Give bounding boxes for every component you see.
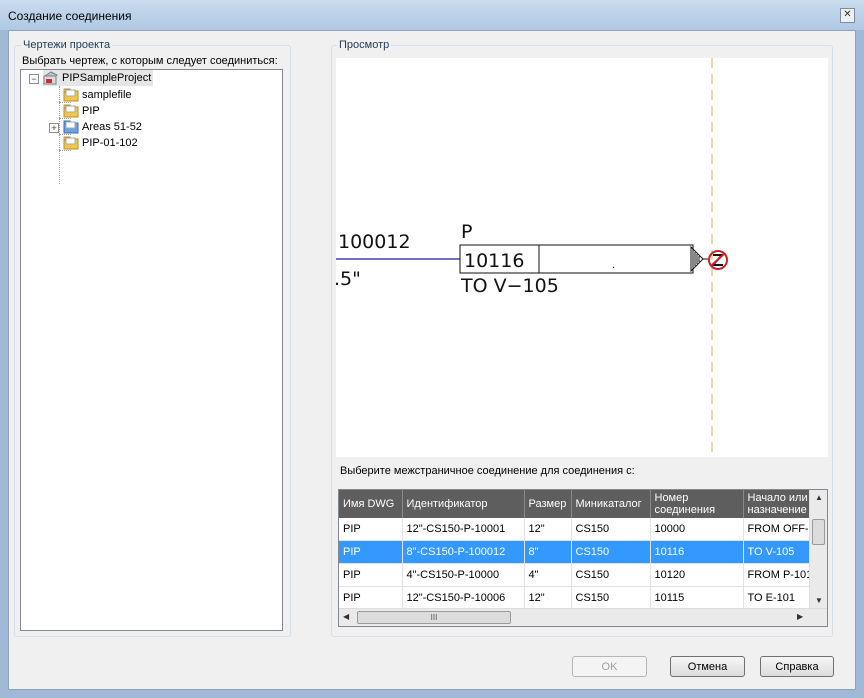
table-cell: CS150 <box>571 518 651 541</box>
table-cell: 12" <box>524 586 572 610</box>
drawing-preview[interactable]: 100012 .5" P 10116 . TO V−105 <box>336 58 828 457</box>
table-row-selected[interactable]: PIP 8"-CS150-P-100012 8" CS150 10116 TO … <box>339 540 821 564</box>
column-header-size[interactable]: Размер <box>524 490 572 518</box>
folder-icon <box>63 88 79 102</box>
folder-icon <box>63 104 79 118</box>
table-cell: CS150 <box>571 586 651 610</box>
table-cell: 12"-CS150-P-10006 <box>402 586 525 610</box>
tree-item-areas[interactable]: Areas 51-52 <box>63 119 142 135</box>
connector-destination-text: TO V−105 <box>460 275 559 297</box>
table-cell: 10000 <box>650 518 744 541</box>
column-header-connection-number[interactable]: Номер соединения <box>650 490 744 518</box>
scroll-right-icon[interactable]: ▶ <box>797 612 803 621</box>
dialog-client-area: Чертежи проекта Выбрать чертеж, с которы… <box>8 30 856 690</box>
tree-item-pip-01-102[interactable]: PIP-01-102 <box>63 135 138 151</box>
table-cell: 10115 <box>650 586 744 610</box>
connections-table-body: Имя DWG Идентификатор Размер Миникаталог… <box>339 490 821 610</box>
close-button[interactable]: ✕ <box>840 8 855 23</box>
line-size-text: .5" <box>336 268 361 290</box>
table-cell: 8" <box>524 540 572 564</box>
scroll-up-icon[interactable]: ▲ <box>815 493 823 502</box>
table-cell: 12"-CS150-P-10001 <box>402 518 525 541</box>
connector-dot: . <box>612 260 615 271</box>
horizontal-scrollbar[interactable]: ◀ III ▶ <box>339 608 827 626</box>
folder-blue-icon <box>63 120 79 134</box>
tree-item-root[interactable]: PIPSampleProject <box>43 70 154 86</box>
horizontal-scroll-thumb[interactable]: III <box>357 611 511 624</box>
table-header-row: Имя DWG Идентификатор Размер Миникаталог… <box>339 490 821 518</box>
tree-item-label: PIP <box>82 105 100 117</box>
column-header-spec[interactable]: Миникаталог <box>571 490 651 518</box>
folder-icon <box>63 136 79 150</box>
select-connection-label: Выберите межстраничное соединение для со… <box>340 465 635 477</box>
table-cell: 10116 <box>650 540 744 564</box>
table-cell: 4" <box>524 563 572 587</box>
help-button[interactable]: Справка <box>760 656 834 677</box>
vertical-scroll-thumb[interactable] <box>812 519 825 545</box>
connector-id-text: 10116 <box>464 250 524 272</box>
ok-button[interactable]: OK <box>572 656 647 677</box>
column-header-dwg[interactable]: Имя DWG <box>339 490 403 518</box>
table-cell: 12" <box>524 518 572 541</box>
table-cell: 4"-CS150-P-10000 <box>402 563 525 587</box>
cancel-button[interactable]: Отмена <box>670 656 745 677</box>
tree-item-label: samplefile <box>82 89 132 101</box>
table-cell: 10120 <box>650 563 744 587</box>
table-row[interactable]: PIP 12"-CS150-P-10001 12" CS150 10000 FR… <box>339 518 821 541</box>
table-cell: 8"-CS150-P-100012 <box>402 540 525 564</box>
scroll-left-icon[interactable]: ◀ <box>343 612 349 621</box>
tree-item-samplefile[interactable]: samplefile <box>63 87 132 103</box>
tree-item-label: Areas 51-52 <box>82 121 142 133</box>
tree-item-pip[interactable]: PIP <box>63 103 100 119</box>
drawing-tree[interactable]: − PIPSampleProject samplefile PIP + Area… <box>20 69 283 631</box>
project-icon <box>43 71 58 85</box>
scroll-down-icon[interactable]: ▼ <box>815 596 823 605</box>
project-drawings-legend: Чертежи проекта <box>21 39 113 51</box>
column-header-id[interactable]: Идентификатор <box>402 490 525 518</box>
table-row[interactable]: PIP 4"-CS150-P-10000 4" CS150 10120 FROM… <box>339 563 821 587</box>
tree-item-label: PIP-01-102 <box>82 137 138 149</box>
preview-drawing: 100012 .5" P 10116 . TO V−105 <box>336 58 728 457</box>
title-bar[interactable]: Создание соединения ✕ <box>0 0 864 30</box>
table-cell: PIP <box>339 563 403 587</box>
preview-legend: Просмотр <box>337 39 392 51</box>
dialog-window: Создание соединения ✕ Чертежи проекта Вы… <box>0 0 864 698</box>
tree-root-label: PIPSampleProject <box>62 72 152 84</box>
table-cell: PIP <box>339 540 403 564</box>
tree-connector <box>59 86 60 184</box>
select-drawing-instruction: Выбрать чертеж, с которым следует соедин… <box>22 55 278 67</box>
table-cell: PIP <box>339 518 403 541</box>
table-row[interactable]: PIP 12"-CS150-P-10006 12" CS150 10115 TO… <box>339 586 821 610</box>
line-number-text: 100012 <box>338 231 411 253</box>
vertical-scrollbar[interactable]: ▲ ▼ <box>809 490 827 609</box>
dialog-title: Создание соединения <box>8 9 132 23</box>
table-cell: CS150 <box>571 563 651 587</box>
root-expander[interactable]: − <box>29 74 39 84</box>
connector-top-label: P <box>461 221 472 243</box>
table-cell: CS150 <box>571 540 651 564</box>
table-cell: PIP <box>339 586 403 610</box>
areas-expander[interactable]: + <box>49 123 59 133</box>
connections-table: Имя DWG Идентификатор Размер Миникаталог… <box>338 489 828 627</box>
